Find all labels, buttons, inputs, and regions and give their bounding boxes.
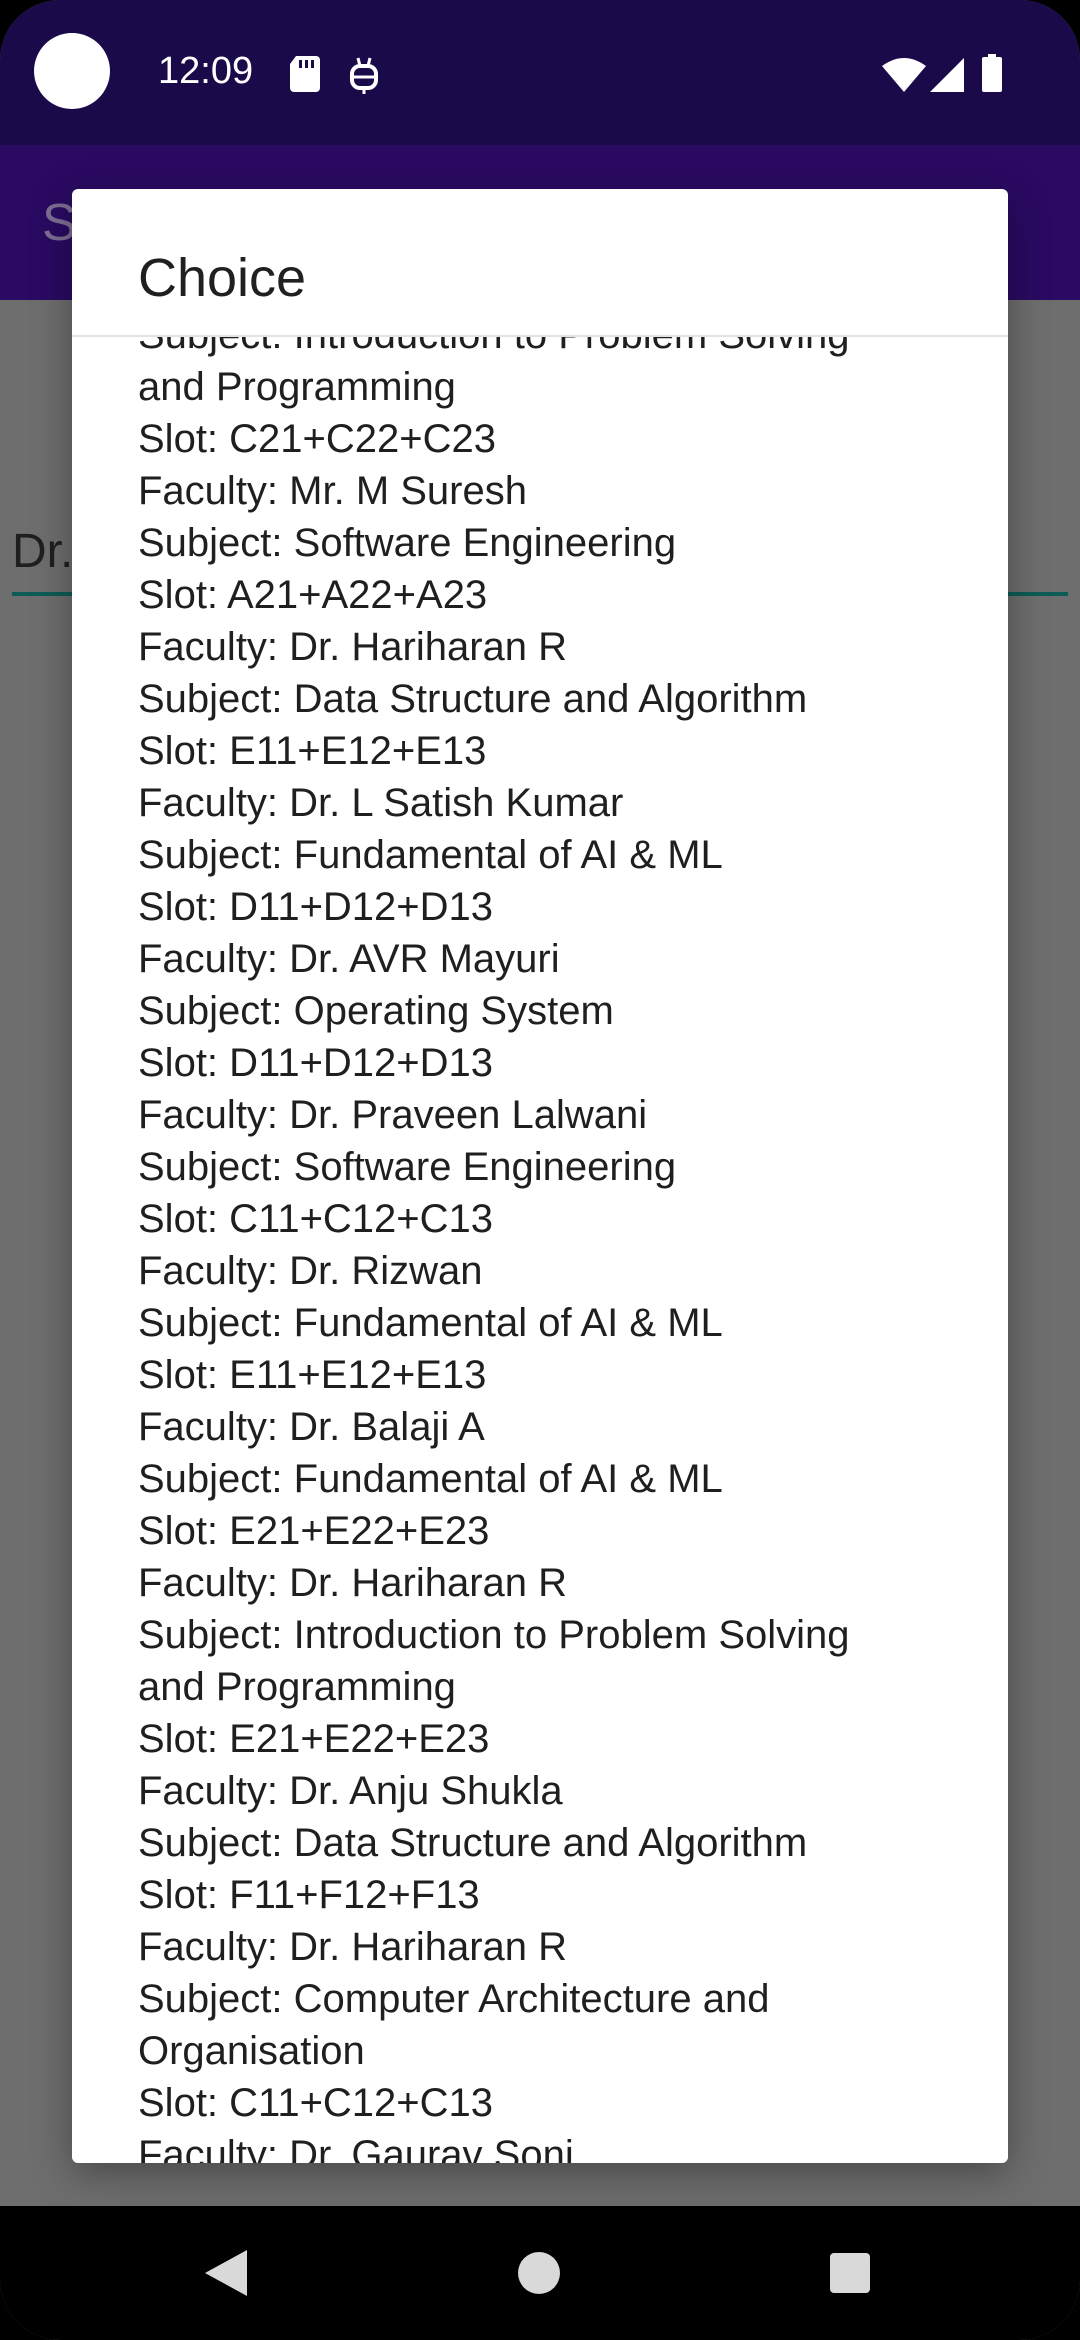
dialog-message-line: Slot: C11+C12+C13 [138, 2081, 494, 2125]
dialog-message-line: Faculty: Dr. Hariharan R [138, 625, 568, 669]
sd-card-icon [290, 56, 320, 92]
dialog-message-line: Slot: C11+C12+C13 [138, 1197, 494, 1241]
dialog-message-line: Faculty: Dr. Balaji A [138, 1405, 485, 1449]
dialog-message-line: Slot: E21+E22+E23 [138, 1509, 490, 1553]
dialog-message-line: Faculty: Dr. AVR Mayuri [138, 937, 560, 981]
dialog-message-line: Subject: Operating System [138, 989, 614, 1033]
dialog-message-line: Slot: E11+E12+E13 [138, 1353, 487, 1397]
dialog-message-line: Slot: D11+D12+D13 [138, 1041, 494, 1085]
dialog-message-line: Faculty: Dr. Rizwan [138, 1249, 483, 1293]
dialog-message-line: Subject: Fundamental of AI & ML [138, 1457, 723, 1501]
dialog-message-scroll[interactable]: Subject: Introduction to Problem Solving… [72, 337, 1008, 2163]
android-robot-icon [350, 57, 378, 94]
dialog-message-line: Faculty: Dr. Praveen Lalwani [138, 1093, 648, 1137]
dialog-message-line: Faculty: Dr. Anju Shukla [138, 1769, 563, 1813]
dialog-message-line: Subject: Fundamental of AI & ML [138, 833, 723, 877]
dialog-message-line: and Programming [138, 1665, 456, 1709]
dialog-title: Choice [138, 248, 307, 308]
choice-dialog: Choice Subject: Introduction to Problem … [72, 189, 1008, 2163]
battery-icon [982, 54, 1002, 92]
phone-screen: 12:09 S Dr. Choice and Programming Slot:… [0, 0, 1080, 2340]
dialog-message-line: Subject: Software Engineering [138, 1145, 677, 1189]
status-time: 12:09 [158, 50, 254, 92]
wifi-icon [882, 58, 926, 92]
dialog-message: Subject: Introduction to Problem Solving… [138, 337, 958, 2163]
cell-signal-icon [930, 58, 964, 92]
dialog-message-line: Faculty: Dr. Gaurav Soni [138, 2133, 574, 2163]
camera-cutout [34, 33, 110, 109]
back-icon[interactable] [205, 2250, 247, 2296]
dialog-message-line: Faculty: Mr. M Suresh [138, 469, 527, 513]
dialog-message-line: Slot: F11+F12+F13 [138, 1873, 480, 1917]
dialog-message-line: Subject: Introduction to Problem Solving [138, 337, 958, 361]
home-icon[interactable] [518, 2252, 560, 2294]
dialog-message-line: Faculty: Dr. L Satish Kumar [138, 781, 624, 825]
dialog-message-line: Subject: Introduction to Problem Solving [138, 1613, 850, 1657]
dialog-message-line: Slot: C21+C22+C23 [138, 417, 497, 461]
dialog-message-line: Subject: Fundamental of AI & ML [138, 1301, 723, 1345]
status-bar: 12:09 [0, 0, 1080, 145]
dialog-message-line: Slot: E21+E22+E23 [138, 1717, 490, 1761]
dialog-message-line: Slot: E11+E12+E13 [138, 729, 487, 773]
background-field-text: Dr. [12, 525, 74, 578]
dialog-message-line: Subject: Data Structure and Algorithm [138, 1821, 808, 1865]
dialog-message-line: Subject: Software Engineering [138, 521, 677, 565]
recents-icon[interactable] [830, 2253, 870, 2293]
dialog-message-line: Slot: A21+A22+A23 [138, 573, 488, 617]
dialog-message-line: Subject: Computer Architecture and [138, 1977, 770, 2021]
dialog-message-line: Subject: Data Structure and Algorithm [138, 677, 808, 721]
dialog-message-line: Faculty: Dr. Hariharan R [138, 1925, 568, 1969]
dialog-message-line: Organisation [138, 2029, 365, 2073]
dialog-message-line: and Programming [138, 365, 456, 409]
dialog-message-line: Faculty: Dr. Hariharan R [138, 1561, 568, 1605]
dialog-message-line: Slot: D11+D12+D13 [138, 885, 494, 929]
